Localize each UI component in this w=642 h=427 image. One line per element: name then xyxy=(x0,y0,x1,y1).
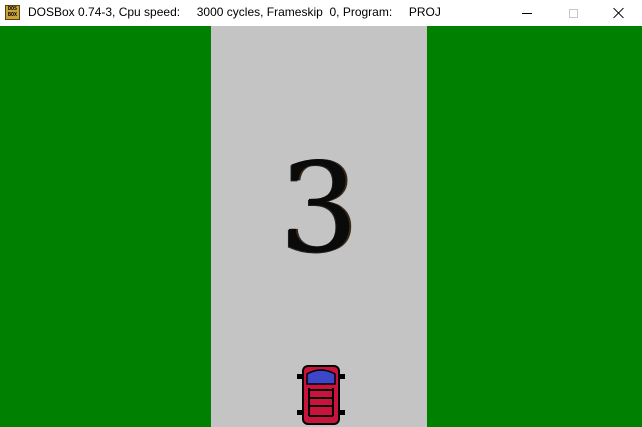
close-button[interactable] xyxy=(596,0,642,26)
grass-left xyxy=(0,26,211,427)
game-screen[interactable]: 3 xyxy=(0,26,642,427)
countdown-number: 3 xyxy=(279,137,359,281)
dosbox-window: DOS BOX DOSBox 0.74-3, Cpu speed: 3000 c… xyxy=(0,0,642,427)
maximize-button[interactable] xyxy=(550,0,596,26)
minimize-icon xyxy=(522,12,532,14)
minimize-button[interactable] xyxy=(504,0,550,26)
maximize-icon xyxy=(568,8,578,18)
title-bar[interactable]: DOS BOX DOSBox 0.74-3, Cpu speed: 3000 c… xyxy=(0,0,642,26)
window-title: DOSBox 0.74-3, Cpu speed: 3000 cycles, F… xyxy=(28,5,441,19)
grass-right xyxy=(427,26,642,427)
car-windshield xyxy=(306,369,336,385)
red-car-icon xyxy=(297,365,345,425)
dosbox-app-icon[interactable]: DOS BOX xyxy=(5,5,20,20)
close-icon xyxy=(613,7,625,19)
